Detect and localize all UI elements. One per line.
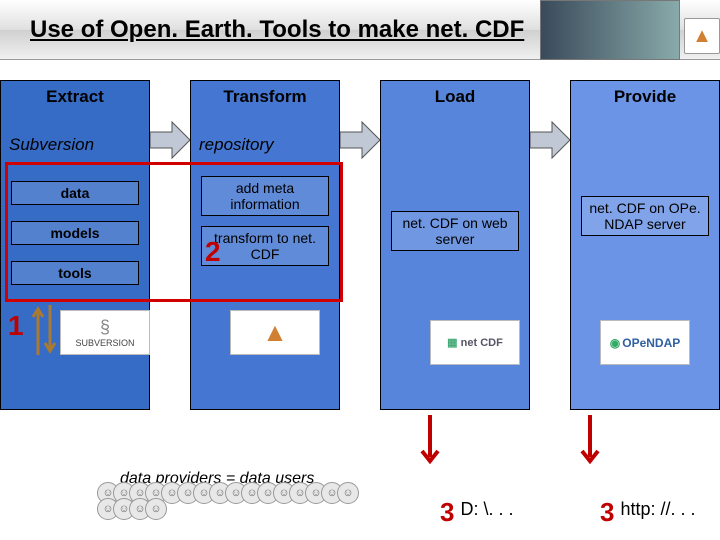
- matlab-icon: ▲: [684, 18, 720, 54]
- opendap-logo: ◉OPeNDAP: [600, 320, 690, 365]
- panel-load-title: Load: [387, 87, 523, 107]
- smileys-cluster: ☺☺☺☺ ☺☺☺☺ ☺☺☺☺ ☺☺☺☺ ☺☺☺☺: [100, 485, 360, 535]
- opendap-logo-text: OPeNDAP: [622, 336, 680, 350]
- box-tools: tools: [11, 261, 139, 285]
- badge-1: 1: [8, 310, 24, 342]
- panel-provide-title: Provide: [577, 87, 713, 107]
- panel-transform-title: Transform: [197, 87, 333, 107]
- subversion-logo-text: SUBVERSION: [75, 338, 134, 348]
- red-arrow-down-load-icon: [420, 415, 440, 465]
- box-netcdf-opendap: net. CDF on OPe. NDAP server: [581, 196, 709, 236]
- netcdf-logo-text: net CDF: [461, 337, 503, 349]
- panel-extract-sub: Subversion: [7, 131, 143, 159]
- box-data: data: [11, 181, 139, 205]
- netcdf-logo: ▦ net CDF: [430, 320, 520, 365]
- slide-header: Use of Open. Earth. Tools to make net. C…: [0, 0, 720, 60]
- box-netcdf-webserver: net. CDF on web server: [391, 211, 519, 251]
- badge-2: 2: [205, 236, 221, 268]
- bottom-text-http: http: //. . .: [620, 499, 695, 520]
- arrow-transform-load: [340, 80, 380, 160]
- panel-extract-title: Extract: [7, 87, 143, 107]
- panel-transform-sub: repository: [197, 131, 333, 159]
- panel-transform: Transform repository add meta informatio…: [190, 80, 340, 410]
- panel-extract: Extract Subversion data models tools: [0, 80, 150, 410]
- badge-3a: 3: [440, 499, 454, 525]
- slide-title: Use of Open. Earth. Tools to make net. C…: [30, 16, 524, 44]
- box-add-meta: add meta information: [201, 176, 329, 216]
- subversion-logo: § SUBVERSION: [60, 310, 150, 355]
- arrow-load-provide: [530, 80, 570, 160]
- arrow-extract-transform: [150, 80, 190, 160]
- matlab-logo: ▲: [230, 310, 320, 355]
- bottom-text-local: D: \. . .: [460, 499, 513, 520]
- box-models: models: [11, 221, 139, 245]
- badge-3b: 3: [600, 499, 614, 525]
- red-arrow-down-provide-icon: [580, 415, 600, 465]
- header-bridge-image: [540, 0, 680, 60]
- arrows-up-down-icon: [30, 300, 60, 360]
- pipeline-stage: Extract Subversion data models tools Tra…: [0, 80, 720, 460]
